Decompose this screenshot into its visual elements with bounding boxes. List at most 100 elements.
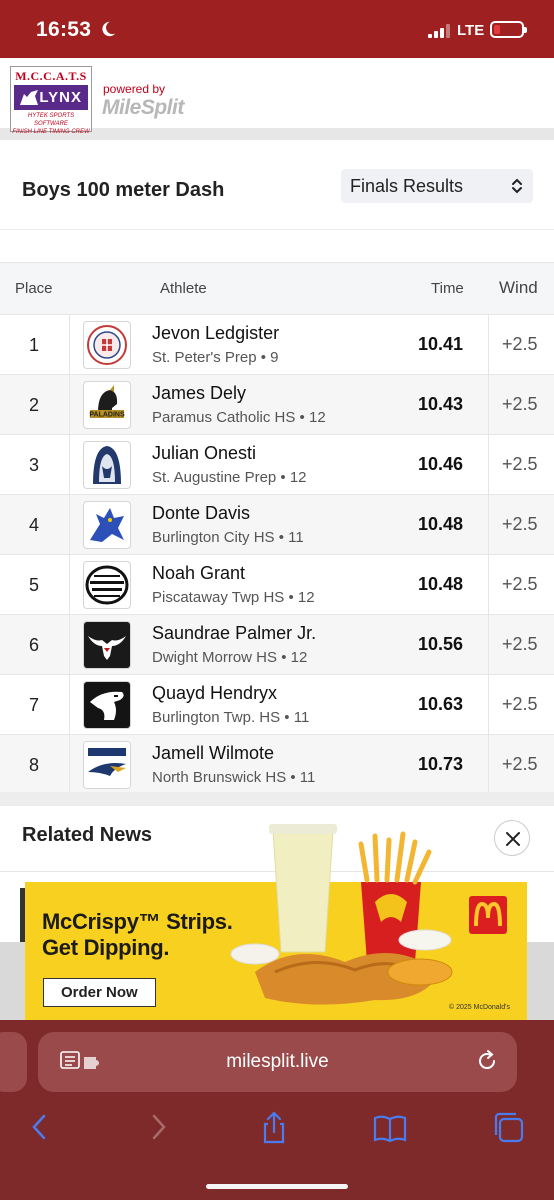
spacer (0, 231, 554, 263)
url-text[interactable]: milesplit.live (38, 1051, 517, 1073)
athlete-school: St. Peter's Prep • 9 (152, 349, 279, 366)
athlete-school: Dwight Morrow HS • 12 (152, 649, 308, 666)
table-row[interactable]: 2 PALADINS James Dely Paramus Catholic H… (0, 374, 554, 434)
logo-main-text: LYNX (39, 89, 82, 106)
order-now-label: Order Now (61, 984, 138, 1001)
place-number: 1 (29, 335, 40, 355)
table-row[interactable]: 4 Donte Davis Burlington City HS • 11 10… (0, 494, 554, 554)
moon-icon (102, 21, 116, 37)
falcon-head-icon (83, 681, 131, 729)
table-row[interactable]: 8 Jamell Wilmote North Brunswick HS • 11… (0, 734, 554, 794)
athlete-name-link[interactable]: Noah Grant (152, 563, 245, 584)
athlete-school: North Brunswick HS • 11 (152, 769, 316, 786)
share-icon[interactable] (256, 1110, 292, 1144)
address-bar[interactable]: milesplit.live (38, 1032, 517, 1092)
athlete-name-link[interactable]: Jevon Ledgister (152, 323, 279, 344)
results-view-label: Finals Results (350, 176, 464, 196)
wind-reading: +2.5 (502, 694, 538, 714)
lynx-cat-icon (20, 90, 38, 105)
svg-text:PALADINS: PALADINS (89, 412, 125, 419)
athlete-name-link[interactable]: Quayd Hendryx (152, 683, 277, 704)
network-label: LTE (457, 22, 485, 39)
lynx-logo[interactable]: M.C.C.A.T.S LYNX HYTEK SPORTS SOFTWARE F… (10, 66, 92, 135)
previous-tab-peek[interactable] (0, 1032, 27, 1092)
battery-icon (490, 21, 527, 38)
logo-top-text: M.C.C.A.T.S (15, 69, 87, 83)
table-row[interactable]: 3 Julian Onesti St. Augustine Prep • 12 … (0, 434, 554, 494)
hermit-hood-icon (83, 441, 131, 489)
result-time: 10.43 (418, 394, 464, 414)
table-row[interactable]: 1 Jevon Ledgister St. Peter's Prep • 9 1… (0, 314, 554, 374)
result-time: 10.56 (418, 634, 464, 654)
ad-headline-2: Get Dipping. (42, 935, 170, 960)
wind-reading: +2.5 (502, 334, 538, 354)
mcdonalds-ad-banner[interactable]: McCrispy™ Strips. Get Dipping. Order Now… (25, 824, 527, 1022)
place-number: 2 (29, 395, 40, 415)
browser-toolbar (0, 1104, 554, 1154)
athlete-name-link[interactable]: Julian Onesti (152, 443, 256, 464)
wind-reading: +2.5 (502, 394, 538, 414)
result-time: 10.48 (418, 574, 464, 594)
wind-reading: +2.5 (502, 514, 538, 534)
st-peters-prep-seal-icon (83, 321, 131, 369)
powered-by-label: powered by (103, 82, 166, 96)
table-row[interactable]: 5 Noah Grant Piscataway Twp HS • 12 10.4… (0, 554, 554, 614)
athlete-school: Burlington City HS • 11 (152, 529, 304, 546)
status-bar: 16:53 LTE (0, 0, 554, 58)
place-number: 5 (29, 575, 40, 595)
athlete-school: Burlington Twp. HS • 11 (152, 709, 310, 726)
golden-arches-icon (469, 896, 507, 934)
status-time: 16:53 (36, 18, 92, 41)
table-row[interactable]: 6 Saundrae Palmer Jr. Dwight Morrow HS •… (0, 614, 554, 674)
wind-reading: +2.5 (502, 454, 538, 474)
section-divider (0, 792, 554, 806)
related-news-title: Related News (22, 824, 153, 846)
logo-banner: LYNX (14, 85, 88, 110)
results-view-select[interactable]: Finals Results (341, 169, 533, 203)
place-number: 6 (29, 635, 40, 655)
longhorn-icon (83, 621, 131, 669)
signal-icon (428, 24, 450, 38)
result-time: 10.73 (418, 754, 464, 774)
wind-reading: +2.5 (502, 634, 538, 654)
header-wind[interactable]: Wind (499, 278, 538, 298)
site-header: M.C.C.A.T.S LYNX HYTEK SPORTS SOFTWARE F… (0, 58, 554, 140)
browser-chrome: milesplit.live (0, 1020, 554, 1200)
table-header: Place Athlete Time Wind (0, 263, 554, 314)
place-number: 8 (29, 755, 40, 775)
event-header: Boys 100 meter Dash Finals Results (0, 152, 554, 230)
order-now-button[interactable]: Order Now (43, 978, 156, 1007)
chevron-updown-icon (512, 178, 522, 194)
table-row[interactable]: 7 Quayd Hendryx Burlington Twp. HS • 11 … (0, 674, 554, 734)
milesplit-logo[interactable]: MileSplit (102, 96, 184, 120)
result-time: 10.63 (418, 694, 464, 714)
home-indicator[interactable] (206, 1184, 348, 1189)
ad-copyright: © 2025 McDonald's (449, 1004, 510, 1011)
reload-icon[interactable] (475, 1049, 499, 1073)
forward-icon[interactable] (140, 1110, 176, 1144)
piscataway-track-field-icon (83, 561, 131, 609)
blue-devil-icon (83, 501, 131, 549)
athlete-school: Piscataway Twp HS • 12 (152, 589, 315, 606)
header-place[interactable]: Place (15, 280, 53, 297)
athlete-name-link[interactable]: Saundrae Palmer Jr. (152, 623, 316, 644)
header-athlete[interactable]: Athlete (160, 280, 207, 297)
event-title: Boys 100 meter Dash (22, 179, 225, 201)
athlete-school: St. Augustine Prep • 12 (152, 469, 307, 486)
result-time: 10.41 (418, 334, 464, 354)
athlete-name-link[interactable]: James Dely (152, 383, 246, 404)
tabs-icon[interactable] (491, 1110, 527, 1144)
wind-reading: +2.5 (502, 574, 538, 594)
bookmarks-icon[interactable] (372, 1110, 408, 1144)
athlete-name-link[interactable]: Donte Davis (152, 503, 250, 524)
athlete-name-link[interactable]: Jamell Wilmote (152, 743, 274, 764)
ad-headline-1: McCrispy™ Strips. (42, 909, 233, 934)
paladins-helmet-icon: PALADINS (83, 381, 131, 429)
back-icon[interactable] (22, 1110, 58, 1144)
header-time[interactable]: Time (431, 280, 464, 297)
place-number: 4 (29, 515, 40, 535)
results-table: Place Athlete Time Wind 1 Jevon Ledgiste… (0, 263, 554, 794)
raiders-eagle-icon (83, 741, 131, 789)
athlete-school: Paramus Catholic HS • 12 (152, 409, 326, 426)
place-number: 3 (29, 455, 40, 475)
